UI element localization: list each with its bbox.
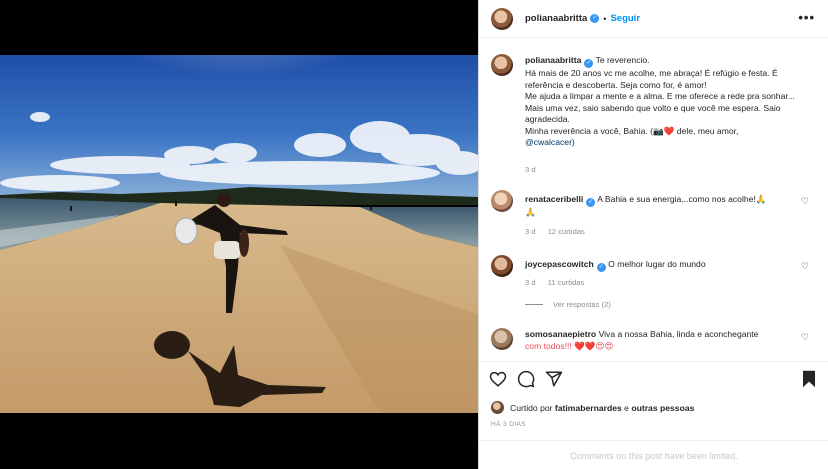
caption-avatar[interactable] (491, 54, 513, 76)
comment-text: renataceribelli ✓ A Bahia e sua energia..… (525, 194, 807, 219)
comment-body: O melhor lugar do mundo (608, 259, 706, 269)
verified-badge-icon: ✓ (590, 14, 600, 23)
post-sidebar: polianaabritta ✓ • Seguir ••• polianaabr… (478, 0, 828, 469)
liker-avatar[interactable] (491, 401, 504, 414)
comment-username[interactable]: somosanaepietro (525, 329, 596, 339)
comment-time[interactable]: 3 d (525, 227, 536, 236)
like-comment-heart-icon[interactable]: ♡ (801, 332, 809, 343)
comment-text: somosanaepietro Viva a nossa Bahia, lind… (525, 329, 807, 352)
caption-line-2: Há mais de 20 anos vc me acolhe, me abra… (525, 68, 778, 90)
comment-likes[interactable]: 11 curtidas (548, 278, 585, 287)
separator-dot: • (603, 13, 607, 24)
caption-line-1: Te reverencio. (595, 55, 650, 65)
mention-link[interactable]: @cwalcacer) (525, 137, 575, 147)
verified-badge-icon: ✓ (584, 59, 594, 68)
others-link[interactable]: outras pessoas (631, 403, 694, 413)
view-replies-label: Ver respostas (2) (553, 300, 611, 309)
bookmark-icon[interactable] (801, 370, 817, 388)
like-comment-heart-icon[interactable]: ♡ (801, 261, 809, 272)
comment-icon[interactable] (517, 370, 535, 388)
commenter-avatar[interactable] (491, 328, 513, 350)
liked-by-connector: e (624, 402, 629, 413)
post-actions: Curtido por fatimabernardes e outras pes… (479, 361, 828, 469)
action-icons (489, 370, 563, 388)
commenter-avatar[interactable] (491, 190, 513, 212)
comment-text: joycepascowitch ✓ O melhor lugar do mundo (525, 259, 807, 272)
comment-body: A Bahia e sua energia...como nos acolhe!… (597, 194, 767, 204)
post-media (0, 0, 478, 469)
comment-body: Viva a nossa Bahia, linda e aconchegante (598, 329, 759, 339)
view-replies-button[interactable]: Ver respostas (2) (525, 300, 611, 309)
caption-time[interactable]: 3 d (525, 165, 536, 174)
comment-meta: 3 d 12 curtidas (525, 227, 595, 236)
liker-username[interactable]: fatimabernardes (555, 403, 622, 413)
beach-scene-image (0, 55, 478, 413)
share-direct-icon[interactable] (545, 370, 563, 388)
caption-meta: 3 d (525, 165, 546, 174)
comment-body-2: com todos!!! ❤️❤️😍😍 (525, 340, 614, 351)
beach-photo[interactable] (0, 55, 478, 413)
comments-limited-notice: Comments on this post have been limited. (479, 440, 828, 469)
liked-by-text: Curtido por fatimabernardes e outras pes… (510, 403, 694, 413)
post-header: polianaabritta ✓ • Seguir ••• (479, 0, 828, 38)
comment-body-2: 🙏 (525, 207, 536, 217)
verified-badge-icon: ✓ (596, 263, 606, 272)
comment-username[interactable]: renataceribelli (525, 194, 583, 204)
save-button[interactable] (801, 370, 817, 388)
comment-meta: 3 d 11 curtidas (525, 278, 594, 287)
post-date[interactable]: HÁ 3 DIAS (491, 421, 526, 428)
caption-line-4: Minha reverência a você, Bahia. (📷❤️ del… (525, 125, 739, 136)
commenter-avatar[interactable] (491, 255, 513, 277)
like-heart-icon[interactable] (489, 370, 507, 388)
caption-text: polianaabritta ✓ Te reverencio. Há mais d… (525, 55, 807, 149)
like-comment-heart-icon[interactable]: ♡ (801, 196, 809, 207)
replies-divider (525, 304, 543, 305)
comment-likes[interactable]: 12 curtidas (548, 227, 585, 236)
author-avatar[interactable] (491, 7, 513, 30)
comment-username[interactable]: joycepascowitch (525, 259, 594, 269)
liked-by-prefix: Curtido por (510, 402, 553, 413)
caption-line-3: Me ajuda a limpar a mente e a alma. E me… (525, 91, 795, 124)
author-username[interactable]: polianaabritta (525, 13, 587, 24)
verified-badge-icon: ✓ (586, 198, 596, 207)
liked-by: Curtido por fatimabernardes e outras pes… (491, 401, 694, 414)
comment-time[interactable]: 3 d (525, 278, 536, 287)
more-options-icon[interactable]: ••• (798, 10, 815, 25)
caption-username[interactable]: polianaabritta (525, 55, 581, 65)
follow-button[interactable]: Seguir (610, 13, 640, 24)
